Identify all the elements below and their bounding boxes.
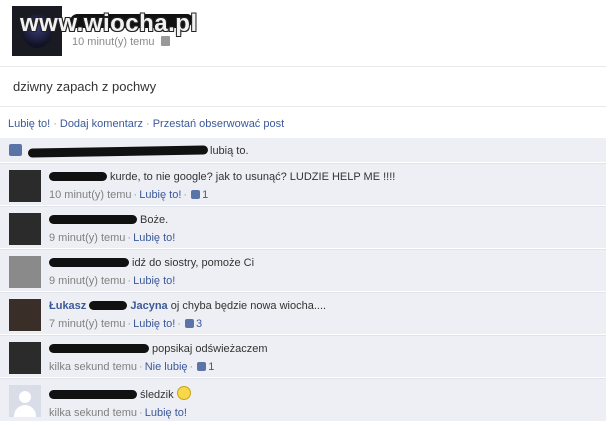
post-time-text[interactable]: 10 minut(y) temu — [72, 36, 155, 48]
mobile-icon — [160, 36, 170, 46]
comment-like-link[interactable]: Lubię to! — [133, 232, 175, 244]
post-timestamp: 10 minut(y) temu — [72, 36, 170, 48]
separator-dot: · — [183, 189, 188, 201]
comment-time[interactable]: 9 minut(y) temu — [49, 275, 125, 287]
separator-dot: · — [139, 361, 143, 373]
comment-unlike-link[interactable]: Nie lubię — [145, 361, 188, 373]
separator-dot: · — [146, 118, 150, 130]
commenter-avatar[interactable] — [9, 299, 41, 331]
comment-time[interactable]: kilka sekund temu — [49, 361, 137, 373]
commenter-name-redacted — [49, 215, 137, 224]
default-avatar-icon[interactable] — [9, 385, 41, 417]
comment-like-count[interactable]: 1 — [208, 361, 214, 373]
separator-dot: · — [177, 318, 181, 330]
commenter-name-redacted — [49, 258, 129, 267]
likers-redacted — [27, 145, 209, 158]
commenter-avatar[interactable] — [9, 256, 41, 288]
commenter-first-name[interactable]: Łukasz — [49, 300, 86, 312]
separator-dot: · — [127, 232, 132, 244]
commenter-avatar[interactable] — [9, 213, 41, 245]
comment-link[interactable]: Dodaj komentarz — [60, 118, 143, 130]
comment-time[interactable]: 10 minut(y) temu — [49, 189, 132, 201]
comment-text: popsikaj odświeżaczem — [152, 343, 268, 355]
comment-like-link[interactable]: Lubię to! — [133, 318, 175, 330]
comment-item: Łukasz Jacyna oj chyba będzie nowa wioch… — [0, 292, 606, 334]
comment-time[interactable]: 9 minut(y) temu — [49, 232, 125, 244]
comment-time[interactable]: 7 minut(y) temu — [49, 318, 125, 330]
separator-dot: · — [133, 189, 138, 201]
separator-dot: · — [139, 407, 143, 419]
commenter-avatar[interactable] — [9, 342, 41, 374]
post-text: dziwny zapach z pochwy — [13, 79, 157, 94]
separator-dot: · — [127, 275, 132, 287]
divider — [0, 66, 606, 67]
separator-dot: · — [53, 118, 57, 130]
commenter-name-redacted — [49, 344, 149, 353]
comments-section: lubią to. kurde, to nie google? jak to u… — [0, 138, 606, 421]
comment-text: oj chyba będzie nowa wiocha.... — [170, 300, 327, 312]
thumbs-up-icon — [191, 190, 201, 199]
smiley-icon — [176, 386, 191, 400]
commenter-name-redacted — [49, 390, 137, 399]
comment-text: idź do siostry, pomoże Ci — [132, 257, 255, 269]
comment-text: śledzik — [140, 389, 174, 401]
commenter-name-redacted — [49, 172, 107, 181]
watermark: www.wiocha.pl — [20, 10, 198, 37]
separator-dot: · — [189, 361, 194, 373]
like-link[interactable]: Lubię to! — [8, 118, 50, 130]
separator-dot: · — [127, 318, 132, 330]
unfollow-link[interactable]: Przestań obserwować post — [153, 118, 284, 130]
thumbs-up-icon — [197, 362, 207, 371]
likes-suffix: lubią to. — [210, 145, 249, 157]
post-header: www.wiocha.pl 10 minut(y) temu — [12, 6, 602, 58]
comment-item: popsikaj odświeżaczem kilka sekund temu ·… — [0, 335, 606, 377]
comment-like-count[interactable]: 1 — [202, 189, 208, 201]
commenter-avatar[interactable] — [9, 170, 41, 202]
comment-item: idź do siostry, pomoże Ci 9 minut(y) tem… — [0, 249, 606, 291]
comment-like-link[interactable]: Lubię to! — [145, 407, 187, 419]
post-actions: Lubię to! · Dodaj komentarz · Przestań obser… — [8, 118, 284, 130]
comment-like-count[interactable]: 3 — [196, 318, 202, 330]
comment-time[interactable]: kilka sekund temu — [49, 407, 137, 419]
comment-text: kurde, to nie google? jak to usunąć? LUD… — [110, 171, 396, 183]
thumbs-up-icon — [9, 144, 22, 156]
likes-summary: lubią to. — [0, 138, 606, 162]
commenter-last-name[interactable]: Jacyna — [130, 300, 167, 312]
comment-text: Boże. — [140, 214, 169, 226]
comment-item: Boże. 9 minut(y) temu · Lubię to! — [0, 206, 606, 248]
comment-like-link[interactable]: Lubię to! — [139, 189, 181, 201]
comment-item: kurde, to nie google? jak to usunąć? LUD… — [0, 163, 606, 205]
divider — [0, 106, 606, 107]
thumbs-up-icon — [184, 319, 194, 328]
comment-item: śledzik kilka sekund temu · Lubię to! — [0, 378, 606, 421]
comment-like-link[interactable]: Lubię to! — [133, 275, 175, 287]
commenter-name-redacted — [89, 301, 128, 310]
